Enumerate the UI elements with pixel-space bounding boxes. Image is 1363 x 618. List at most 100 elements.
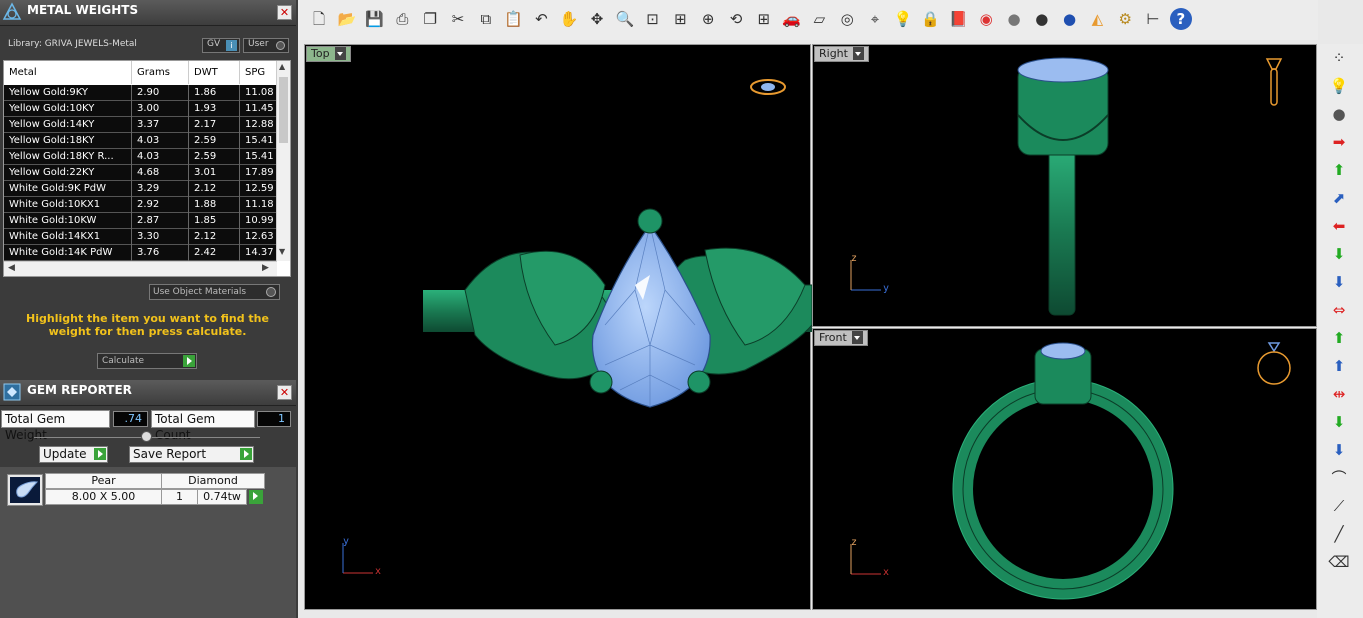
gv-toggle[interactable]: GV i bbox=[202, 38, 240, 53]
use-object-materials-toggle[interactable]: Use Object Materials bbox=[149, 284, 280, 300]
arrow-up-green-icon[interactable]: ⬆ bbox=[1327, 326, 1351, 350]
save-icon[interactable]: 💾 bbox=[364, 8, 386, 30]
table-row[interactable]: White Gold:14KX1 3.30 2.12 12.63 bbox=[4, 229, 277, 245]
viewport-top[interactable]: Top y x bbox=[304, 44, 812, 610]
mini-ring-front bbox=[1257, 342, 1291, 385]
rotate-view-icon[interactable]: ⟲ bbox=[725, 8, 747, 30]
sphere-icon[interactable]: ● bbox=[1327, 102, 1351, 126]
line-point-icon[interactable]: ⟋ bbox=[1327, 494, 1351, 518]
gem-slider-knob[interactable] bbox=[141, 431, 152, 442]
gem-reporter-icon bbox=[3, 383, 21, 401]
arrow-up-blue-icon[interactable]: ⬆ bbox=[1327, 354, 1351, 378]
curve-icon[interactable]: ⌒ bbox=[1327, 466, 1351, 490]
copy-doc-icon[interactable]: ❐ bbox=[419, 8, 441, 30]
pan-hand-icon[interactable]: ✋ bbox=[558, 8, 580, 30]
pear-gem-icon[interactable] bbox=[7, 474, 43, 506]
left-panel: METAL WEIGHTS ✕ Library: GRIVA JEWELS-Me… bbox=[0, 0, 296, 618]
flat-icon[interactable]: ▱ bbox=[808, 8, 830, 30]
cell-spg: 15.41 bbox=[240, 149, 277, 165]
cut-icon[interactable]: ✂ bbox=[447, 8, 469, 30]
light-bulb-icon[interactable]: 💡 bbox=[892, 8, 914, 30]
arrow-left-icon[interactable]: ⬅ bbox=[1327, 214, 1351, 238]
viewport-right[interactable]: Right z y bbox=[812, 44, 1317, 327]
lock-icon[interactable]: 🔒 bbox=[920, 8, 942, 30]
table-row[interactable]: Yellow Gold:18KY 4.03 2.59 15.41 bbox=[4, 133, 277, 149]
use-object-materials-radio[interactable] bbox=[266, 287, 276, 297]
table-row[interactable]: Yellow Gold:10KY 3.00 1.93 11.45 bbox=[4, 101, 277, 117]
print-icon[interactable]: ⎙ bbox=[391, 8, 413, 30]
scroll-left-icon[interactable]: ◀ bbox=[8, 263, 15, 273]
scroll-up-icon[interactable]: ▲ bbox=[279, 62, 285, 71]
update-button[interactable]: Update bbox=[39, 446, 108, 463]
eraser-icon[interactable]: ⌫ bbox=[1327, 550, 1351, 574]
metal-table-hscroll[interactable]: ◀ ▶ bbox=[4, 261, 277, 276]
table-row[interactable]: Yellow Gold:14KY 3.37 2.17 12.88 bbox=[4, 117, 277, 133]
gv-checkbox[interactable]: i bbox=[226, 40, 237, 51]
car-icon[interactable]: 🚗 bbox=[781, 8, 803, 30]
zoom-selected-icon[interactable]: ⊕ bbox=[697, 8, 719, 30]
zoom-window-icon[interactable]: ⊡ bbox=[642, 8, 664, 30]
color-wheel-icon[interactable]: ◉ bbox=[975, 8, 997, 30]
gear-icon[interactable]: ⚙ bbox=[1114, 8, 1136, 30]
user-toggle[interactable]: User bbox=[243, 38, 289, 53]
arrow-expand-h-icon[interactable]: ⇔ bbox=[1327, 298, 1351, 322]
arrow-up-icon[interactable]: ⬆ bbox=[1327, 158, 1351, 182]
gem-reporter-close-button[interactable]: ✕ bbox=[277, 385, 292, 400]
hierarchy-icon[interactable]: ⊢ bbox=[1142, 8, 1164, 30]
table-row[interactable]: Yellow Gold:22KY 4.68 3.01 17.89 bbox=[4, 165, 277, 181]
scroll-down-icon[interactable]: ▼ bbox=[279, 247, 285, 256]
arrow-right-icon[interactable]: ➡ bbox=[1327, 130, 1351, 154]
table-row[interactable]: White Gold:10KW 2.87 1.85 10.99 bbox=[4, 213, 277, 229]
scroll-right-icon[interactable]: ▶ bbox=[262, 263, 269, 273]
user-radio[interactable] bbox=[276, 41, 285, 50]
cell-grams: 3.30 bbox=[132, 229, 189, 245]
open-folder-icon[interactable]: 📂 bbox=[336, 8, 358, 30]
table-row[interactable]: White Gold:9K PdW 3.29 2.12 12.59 bbox=[4, 181, 277, 197]
table-row[interactable]: Yellow Gold:18KY R... 4.03 2.59 15.41 bbox=[4, 149, 277, 165]
arrow-diag-icon[interactable]: ⬈ bbox=[1327, 186, 1351, 210]
undo-icon[interactable]: ↶ bbox=[530, 8, 552, 30]
col-header-spg[interactable]: SPG bbox=[240, 61, 277, 84]
move-icon[interactable]: ✥ bbox=[586, 8, 608, 30]
arrow-down-blue-icon[interactable]: ⬇ bbox=[1327, 270, 1351, 294]
cone-icon[interactable]: ◭ bbox=[1086, 8, 1108, 30]
four-views-icon[interactable]: ⊞ bbox=[753, 8, 775, 30]
zoom-extents-icon[interactable]: ⊞ bbox=[669, 8, 691, 30]
cell-spg: 12.63 bbox=[240, 229, 277, 245]
sphere-gray-icon[interactable]: ● bbox=[1003, 8, 1025, 30]
paste-icon[interactable]: 📋 bbox=[503, 8, 525, 30]
col-header-metal[interactable]: Metal bbox=[4, 61, 132, 84]
sphere-blue-icon[interactable]: ● bbox=[1059, 8, 1081, 30]
help-icon[interactable]: ? bbox=[1169, 8, 1192, 30]
viewport-front[interactable]: Front z x bbox=[812, 328, 1317, 610]
arrow-down-green-icon[interactable]: ⬇ bbox=[1327, 410, 1351, 434]
zoom-icon[interactable]: 🔍 bbox=[614, 8, 636, 30]
snap-icon[interactable]: ⌖ bbox=[864, 8, 886, 30]
arrow-collapse-h-icon[interactable]: ⇹ bbox=[1327, 382, 1351, 406]
col-header-dwt[interactable]: DWT bbox=[189, 61, 240, 84]
save-report-button[interactable]: Save Report bbox=[129, 446, 254, 463]
col-header-grams[interactable]: Grams bbox=[132, 61, 189, 84]
new-file-icon[interactable]: 🗋 bbox=[308, 8, 330, 30]
metal-table-vscroll[interactable]: ▲ ▼ bbox=[276, 61, 290, 261]
render-dots-icon[interactable]: ⁘ bbox=[1327, 46, 1351, 70]
table-row[interactable]: Yellow Gold:9KY 2.90 1.86 11.08 bbox=[4, 85, 277, 101]
table-row[interactable]: White Gold:14K PdW 3.76 2.42 14.37 bbox=[4, 245, 277, 261]
copy-icon[interactable]: ⧉ bbox=[475, 8, 497, 30]
sphere-dark-icon[interactable]: ● bbox=[1031, 8, 1053, 30]
table-row[interactable]: White Gold:10KX1 2.92 1.88 11.18 bbox=[4, 197, 277, 213]
book-icon[interactable]: 📕 bbox=[947, 8, 969, 30]
circle-icon[interactable]: ◎ bbox=[836, 8, 858, 30]
arrow-down-icon[interactable]: ⬇ bbox=[1327, 242, 1351, 266]
cell-dwt: 2.42 bbox=[189, 245, 240, 261]
play-icon bbox=[183, 355, 195, 367]
total-gem-count-value: 1 bbox=[257, 411, 291, 427]
gem-go-button[interactable] bbox=[249, 490, 263, 504]
scroll-thumb[interactable] bbox=[279, 77, 288, 143]
metal-weights-close-button[interactable]: ✕ bbox=[277, 5, 292, 20]
bulb-icon[interactable]: 💡 bbox=[1327, 74, 1351, 98]
line-icon[interactable]: ╱ bbox=[1327, 522, 1351, 546]
cell-spg: 10.99 bbox=[240, 213, 277, 229]
calculate-button[interactable]: Calculate bbox=[97, 353, 197, 369]
arrow-down-blue2-icon[interactable]: ⬇ bbox=[1327, 438, 1351, 462]
